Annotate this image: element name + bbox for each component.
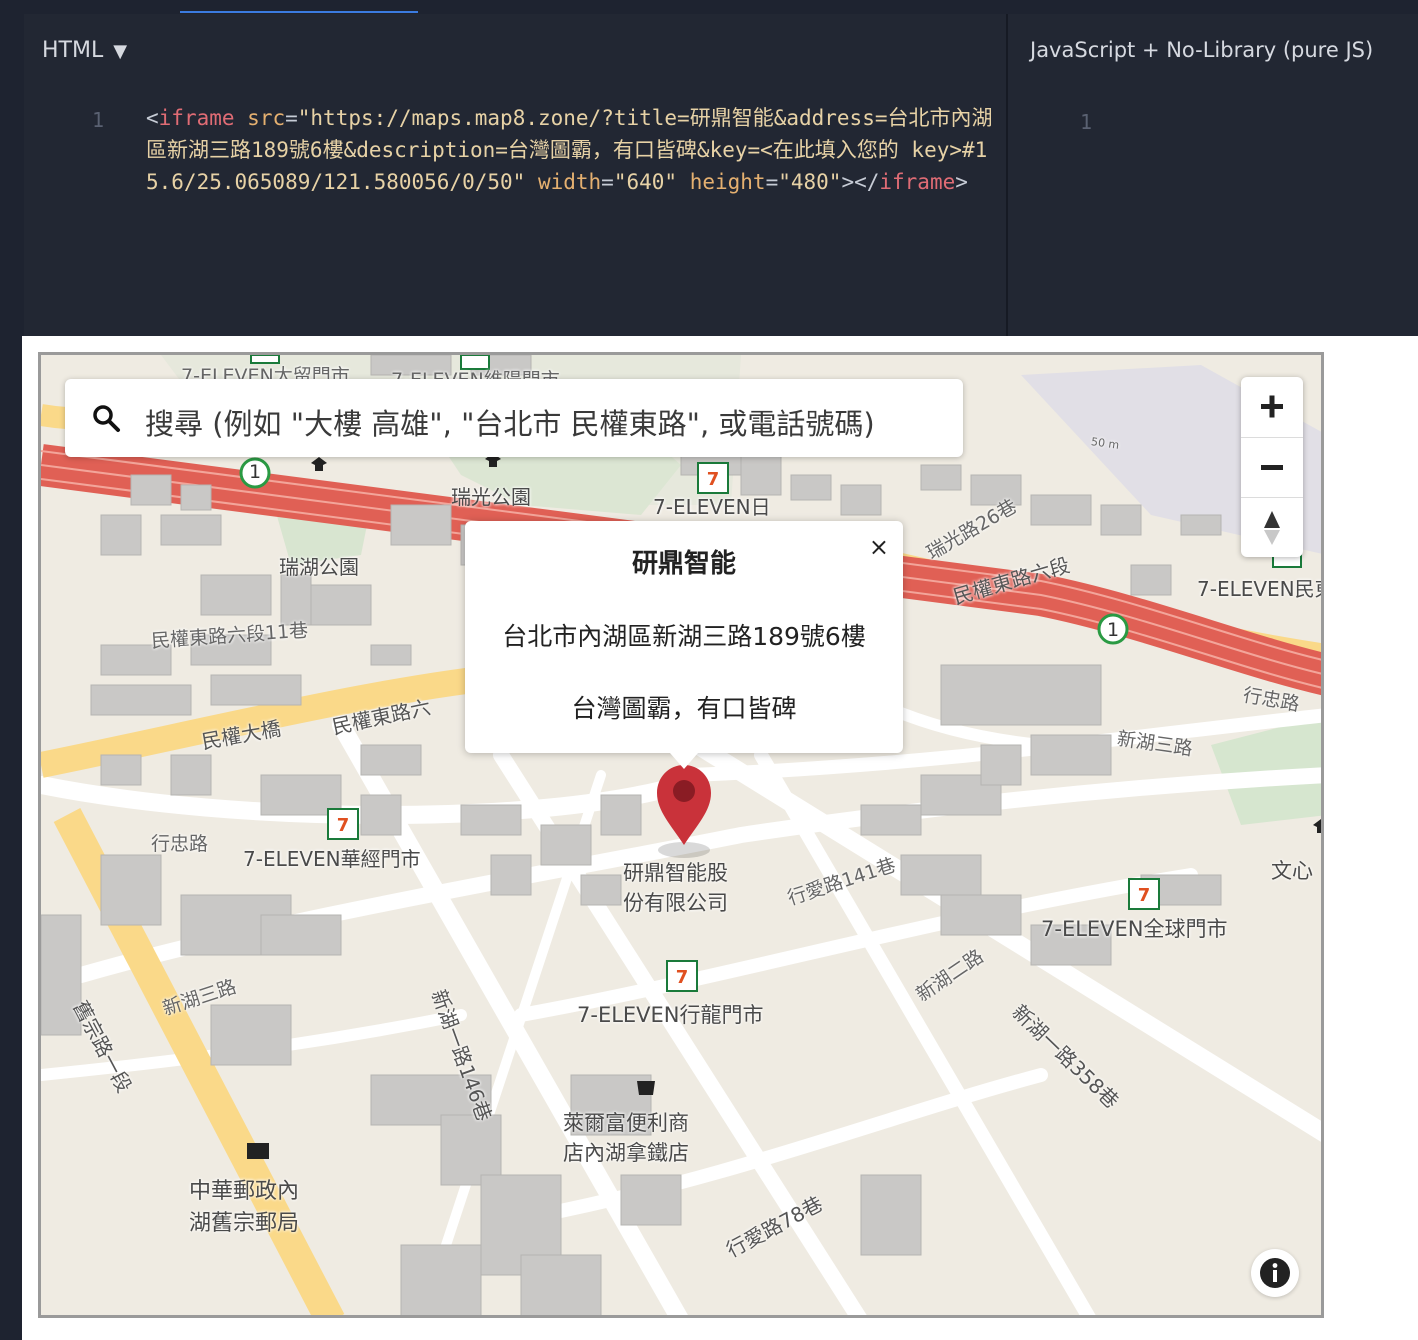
js-pane-title[interactable]: JavaScript + No-Library (pure JS) [1030, 38, 1373, 62]
map-label-wenxin: 文心 [1271, 859, 1313, 883]
code-height-value: "480" [778, 170, 842, 194]
close-icon[interactable]: × [869, 533, 889, 561]
search-icon[interactable] [91, 403, 121, 433]
map-label-xingzhong-rd-left: 行忠路 [151, 833, 209, 855]
map-zoom-control[interactable] [1241, 377, 1303, 557]
map-label-company: 研鼎智能股 [623, 861, 728, 885]
hwy-shield-1: 1 [249, 461, 262, 483]
map-label-hilife: 萊爾富便利商 [563, 1111, 689, 1135]
svg-text:7: 7 [1138, 885, 1151, 906]
active-tab-indicator [180, 11, 418, 13]
map-info-popup: 研鼎智能 × 台北市內湖區新湖三路189號6樓 台灣圖霸，有口皆碑 [465, 521, 903, 769]
popup-title: 研鼎智能 [631, 549, 736, 579]
svg-text:7: 7 [676, 967, 689, 988]
zoom-out-button[interactable] [1241, 437, 1303, 498]
map-label-hilife-2: 店內湖拿鐵店 [563, 1141, 689, 1165]
js-pane[interactable]: JavaScript + No-Library (pure JS) 1 [1008, 14, 1418, 336]
popup-description: 台灣圖霸，有口皆碑 [571, 694, 797, 723]
chevron-down-icon[interactable]: ▼ [113, 41, 127, 62]
popup-address: 台北市內湖區新湖三路189號6樓 [502, 622, 866, 651]
code-attr-src: src [247, 106, 286, 130]
map-label-post: 中華郵政內 [189, 1179, 300, 1204]
svg-text:7: 7 [707, 469, 720, 490]
compass-button[interactable] [1241, 497, 1303, 557]
line-number: 1 [92, 108, 105, 132]
map-label-7eleven-minquan: 7-ELEVEN民東 [1197, 577, 1324, 601]
map-label-7eleven-ri: 7-ELEVEN日 [653, 495, 771, 519]
map-label-company-2: 份有限公司 [623, 891, 728, 915]
map-iframe[interactable]: 7 7 7 7 7-ELEVEN太留門市 7-ELEVEN維陽門市 1 1 瑞光… [38, 352, 1324, 1318]
map-label-post-2: 湖舊宗郵局 [189, 1211, 300, 1236]
html-pane[interactable]: HTML ▼ 1 <iframe src="https://maps.map8.z… [24, 14, 1008, 336]
code-width-value: "640" [613, 170, 678, 194]
zoom-in-button[interactable] [1241, 377, 1303, 438]
map-label-7eleven-huajing: 7-ELEVEN華經門市 [243, 847, 421, 871]
search-input[interactable]: 搜尋 (例如 "大樓 高雄", "台北市 民權東路", 或電話號碼) [145, 401, 875, 443]
html-tab-label[interactable]: HTML [42, 38, 103, 63]
code-tag: iframe [158, 106, 235, 130]
html-pane-title[interactable]: HTML ▼ [42, 38, 127, 63]
attribution-button[interactable] [1251, 1249, 1299, 1297]
compass-icon [1264, 511, 1280, 545]
code-attr-height: height [689, 170, 766, 194]
html-code[interactable]: <iframe src="https://maps.map8.zone/?tit… [146, 102, 1006, 198]
map-label-7eleven-quanqiu: 7-ELEVEN全球門市 [1041, 917, 1228, 941]
line-number: 1 [1080, 110, 1093, 134]
plus-icon [1261, 395, 1283, 418]
map-label-ruihu-park: 瑞湖公園 [279, 555, 359, 579]
map-label-ruiguang-park: 瑞光公園 [451, 485, 531, 509]
info-icon [1260, 1258, 1290, 1288]
svg-text:7: 7 [337, 815, 350, 836]
minus-icon [1261, 465, 1283, 470]
hwy-shield-1-b: 1 [1107, 619, 1120, 641]
code-attr-width: width [537, 170, 602, 194]
map-label-7eleven-xinglong: 7-ELEVEN行龍門市 [577, 1003, 764, 1027]
map-search-box[interactable]: 搜尋 (例如 "大樓 高雄", "台北市 民權東路", 或電話號碼) [65, 379, 963, 457]
code-tag-close: iframe [879, 170, 956, 194]
left-gutter [0, 0, 22, 1340]
